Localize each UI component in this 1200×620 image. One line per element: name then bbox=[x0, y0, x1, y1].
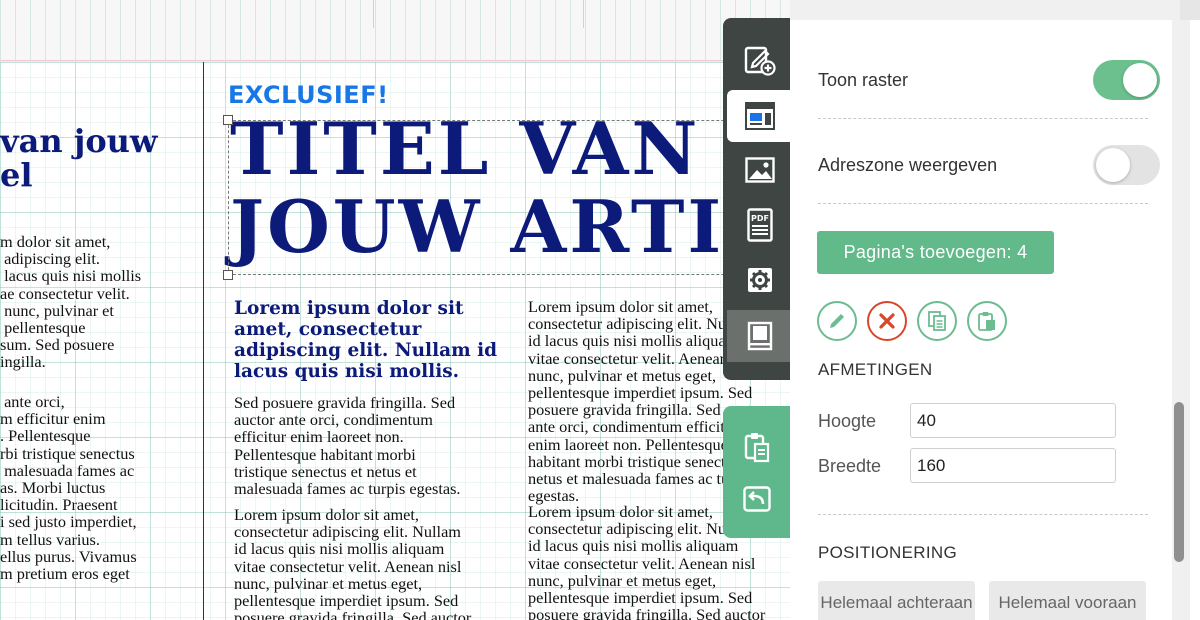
separator bbox=[818, 203, 1148, 204]
pdf-icon: PDF bbox=[747, 208, 773, 242]
panel-scrollbar-thumb[interactable] bbox=[1174, 402, 1184, 562]
article-body-2[interactable]: Lorem ipsum dolor sit amet, consectetur … bbox=[234, 506, 471, 620]
copy-icon bbox=[928, 311, 946, 331]
undo-icon bbox=[742, 486, 771, 512]
top-ruler bbox=[0, 0, 790, 62]
image-icon bbox=[745, 157, 775, 183]
bleed-line bbox=[0, 60, 790, 61]
article-lead[interactable]: Lorem ipsum dolor sit amet, consectetur … bbox=[234, 298, 497, 382]
close-icon bbox=[879, 313, 895, 329]
edit-page-button[interactable] bbox=[817, 301, 857, 341]
svg-text:PDF: PDF bbox=[751, 214, 769, 223]
pages-button[interactable] bbox=[727, 310, 793, 362]
resize-handle[interactable] bbox=[223, 115, 233, 125]
settings-button[interactable] bbox=[730, 254, 790, 306]
paste-icon bbox=[978, 312, 995, 331]
editor-canvas[interactable]: van jouw el m dolor sit amet, adipiscing… bbox=[0, 0, 790, 620]
column-divider bbox=[203, 62, 204, 620]
separator bbox=[818, 118, 1148, 119]
panel-top-corner bbox=[1180, 0, 1200, 20]
article-body-1[interactable]: Sed posuere gravida fringilla. Sed aucto… bbox=[234, 394, 461, 497]
show-grid-label: Toon raster bbox=[818, 70, 909, 90]
bring-to-front-button[interactable]: Helemaal vooraan bbox=[989, 581, 1146, 620]
article-kicker[interactable]: EXCLUSIEF! bbox=[228, 81, 389, 109]
show-address-label: Adreszone weergeven bbox=[818, 155, 998, 175]
positioning-title: POSITIONERING bbox=[818, 543, 957, 562]
show-address-toggle[interactable] bbox=[1093, 145, 1160, 185]
title-selection-box[interactable] bbox=[223, 115, 790, 280]
left-article-body-2[interactable]: ante orci, m efficitur enim . Pellentesq… bbox=[0, 393, 137, 582]
toggle-knob bbox=[1123, 63, 1157, 97]
image-button[interactable] bbox=[730, 144, 790, 196]
panel-top-strip bbox=[790, 0, 1200, 20]
left-article-body-1[interactable]: m dolor sit amet, adipiscing elit. lacus… bbox=[0, 233, 141, 371]
pencil-icon bbox=[830, 314, 844, 328]
ruler-mark bbox=[373, 0, 374, 28]
left-article-heading[interactable]: van jouw el bbox=[0, 124, 157, 192]
gear-icon bbox=[748, 268, 772, 292]
dimensions-title: AFMETINGEN bbox=[818, 360, 933, 379]
edit-add-icon bbox=[744, 46, 776, 76]
delete-page-button[interactable] bbox=[867, 301, 907, 341]
ruler-mark bbox=[583, 0, 584, 28]
resize-handle[interactable] bbox=[223, 270, 233, 280]
paste-button[interactable] bbox=[723, 422, 790, 472]
show-grid-toggle[interactable] bbox=[1093, 60, 1160, 100]
clipboard-icon bbox=[744, 433, 769, 463]
paste-page-button[interactable] bbox=[967, 301, 1007, 341]
add-pages-button[interactable]: Pagina's toevoegen: 4 bbox=[817, 231, 1054, 274]
layout-icon bbox=[745, 102, 775, 130]
newspaper-page[interactable]: van jouw el m dolor sit amet, adipiscing… bbox=[0, 62, 790, 620]
pdf-button[interactable]: PDF bbox=[730, 199, 790, 251]
height-label: Hoogte bbox=[818, 411, 877, 431]
width-label: Breedte bbox=[818, 456, 882, 476]
add-text-button[interactable] bbox=[730, 34, 790, 86]
undo-button[interactable] bbox=[723, 474, 790, 524]
send-to-back-button[interactable]: Helemaal achteraan bbox=[818, 581, 975, 620]
action-sidebar bbox=[723, 406, 790, 538]
book-icon bbox=[747, 321, 773, 351]
width-input[interactable] bbox=[910, 448, 1116, 483]
copy-page-button[interactable] bbox=[917, 301, 957, 341]
separator bbox=[818, 514, 1148, 515]
properties-panel: Toon raster Adreszone weergeven Pagina's… bbox=[790, 0, 1200, 620]
toggle-knob bbox=[1096, 148, 1130, 182]
layout-button[interactable] bbox=[727, 90, 793, 142]
height-input[interactable] bbox=[910, 403, 1116, 438]
tool-sidebar: PDF bbox=[723, 18, 793, 380]
